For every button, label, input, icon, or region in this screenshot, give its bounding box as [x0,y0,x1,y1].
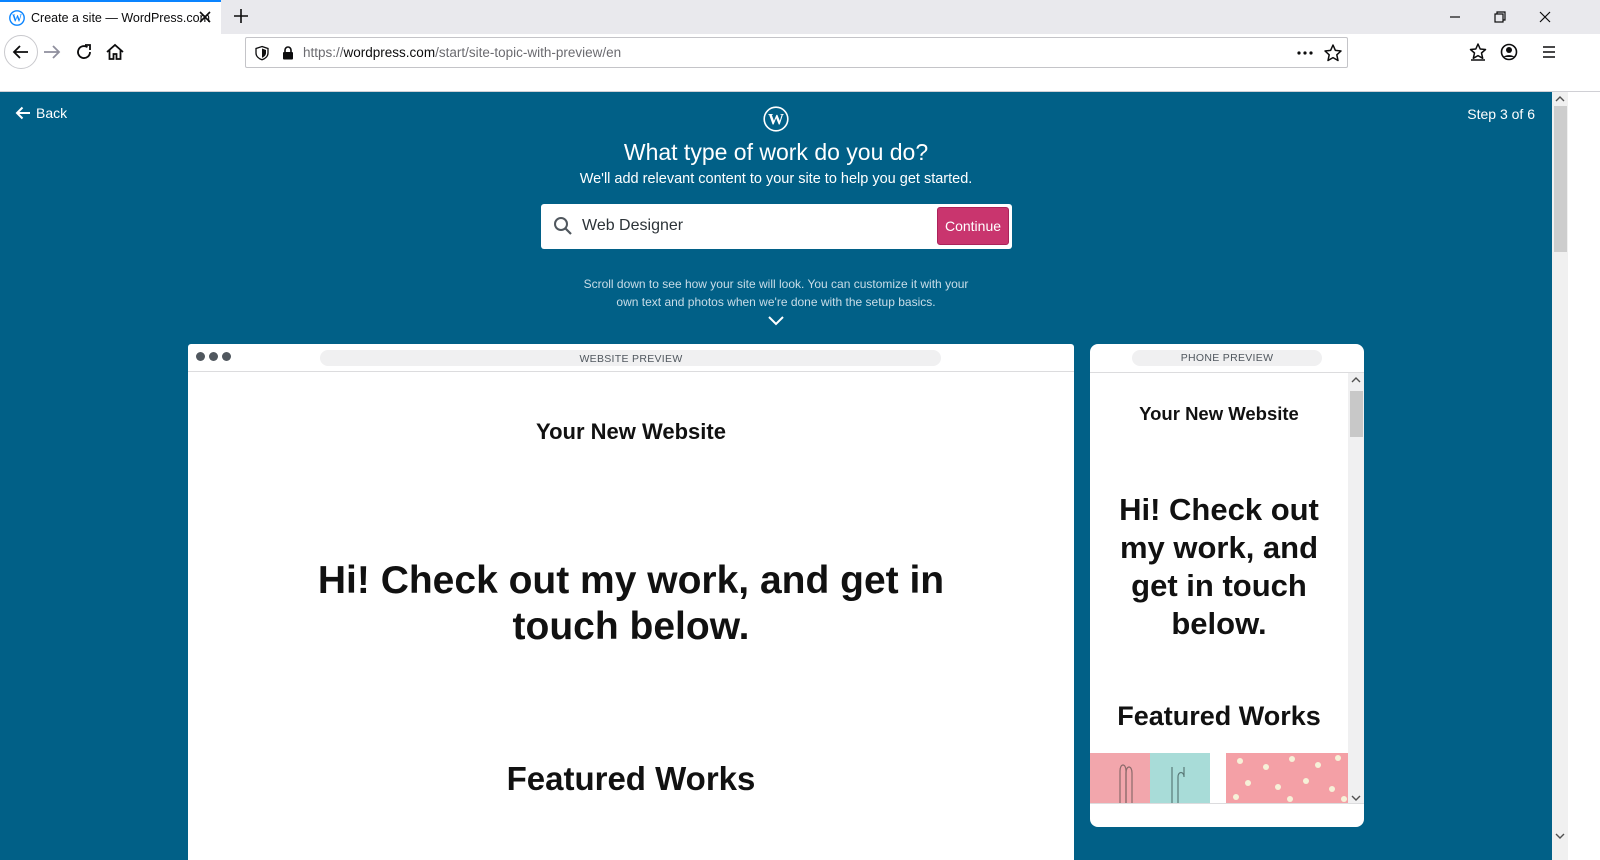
star-icon[interactable] [1323,43,1343,63]
signup-page: Back W Step 3 of 6 What type of work do … [0,92,1552,860]
featured-work-image [1226,753,1348,803]
svg-text:W: W [768,112,784,129]
wordpress-icon: W [9,10,25,26]
site-topic-search[interactable]: Web Designer Continue [541,204,1012,249]
continue-button[interactable]: Continue [937,207,1009,245]
arrow-left-icon [12,45,28,59]
phone-site-name: Your New Website [1139,403,1299,424]
browser-nav-bar: https://wordpress.com/start/site-topic-w… [0,34,1600,92]
phone-preview-label: PHONE PREVIEW [1180,352,1274,364]
chevron-down-icon[interactable] [1555,832,1565,840]
phone-scrollbar[interactable] [1348,373,1364,803]
window-close-icon[interactable] [1534,6,1556,28]
tab-title: Create a site — WordPress.com [31,11,210,25]
phone-hero-text: Hi! Check out my work, and get in touch … [1119,492,1319,641]
phone-preview: PHONE PREVIEW Your New Website Hi! Check… [1090,344,1364,827]
arrow-right-icon[interactable] [40,40,64,64]
account-icon[interactable] [1497,40,1521,64]
phone-screen: Your New Website Hi! Check out my work, … [1090,372,1364,804]
library-icon[interactable] [1466,40,1490,64]
page-scrollbar-thumb[interactable] [1554,106,1567,252]
scroll-hint: Scroll down to see how your site will lo… [0,275,1552,311]
right-gutter [1568,92,1600,860]
wordpress-icon: W [763,106,789,132]
browser-tab-bar: W Create a site — WordPress.com [0,0,1600,34]
page-subtitle: We'll add relevant content to your site … [579,171,973,187]
menu-icon[interactable] [1537,40,1561,64]
arrow-left-icon [15,106,30,120]
website-preview: WEBSITE PREVIEW Your New Website Hi! Che… [188,344,1074,860]
reload-icon[interactable] [72,40,96,64]
search-input[interactable]: Web Designer [582,217,683,235]
preview-site-name: Your New Website [536,419,726,444]
chevron-up-icon[interactable] [1555,95,1565,103]
website-preview-header: WEBSITE PREVIEW [188,344,1074,372]
minimize-icon[interactable] [1444,6,1466,28]
plus-icon[interactable] [231,6,251,26]
browser-back-button[interactable] [4,35,38,69]
shield-icon[interactable] [254,45,270,61]
chevron-down-icon[interactable] [1351,794,1361,802]
lock-icon[interactable] [280,45,296,61]
preview-featured-heading: Featured Works [506,760,756,797]
more-icon[interactable] [1296,45,1314,61]
phone-scrollbar-thumb[interactable] [1350,391,1363,437]
chevron-down-icon[interactable] [766,314,786,328]
featured-work-image [1090,753,1210,803]
back-link[interactable]: Back [14,104,67,122]
close-icon[interactable] [197,9,213,25]
back-label: Back [36,105,68,121]
search-icon [554,217,572,235]
page-title: What type of work do you do? [623,139,929,165]
url-bar[interactable]: https://wordpress.com/start/site-topic-w… [245,37,1348,68]
browser-tab[interactable]: W Create a site — WordPress.com [0,0,221,34]
scroll-hint-line2: own text and photos when we're done with… [616,295,936,309]
step-indicator: Step 3 of 6 [1467,106,1535,122]
chevron-up-icon[interactable] [1351,376,1361,384]
website-preview-label: WEBSITE PREVIEW [579,353,683,365]
restore-icon[interactable] [1489,6,1511,28]
scroll-hint-line1: Scroll down to see how your site will lo… [583,277,969,291]
phone-featured-heading: Featured Works [1117,701,1321,731]
home-icon[interactable] [103,40,127,64]
page-scrollbar[interactable] [1552,92,1568,860]
url-text: https://wordpress.com/start/site-topic-w… [303,45,622,60]
preview-hero-text: Hi! Check out my work, and get in touch … [317,559,945,648]
svg-text:W: W [12,14,22,25]
